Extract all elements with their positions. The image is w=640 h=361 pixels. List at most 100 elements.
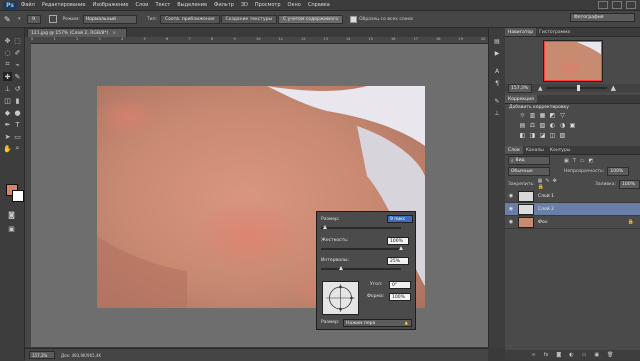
layer-filter-type-icons[interactable]: ▣T▭◩ (564, 158, 597, 164)
brush-panel-icon-strip[interactable]: ✎ (493, 98, 501, 105)
navigator-zoom-slider[interactable] (546, 85, 607, 91)
quick-mask-icon[interactable]: ◙ (7, 210, 16, 219)
size-field[interactable]: 9 пикс (387, 215, 413, 223)
link-layers-icon[interactable]: ∞ (532, 352, 536, 358)
hardness-field[interactable]: 100% (387, 237, 409, 245)
lasso-tool-icon[interactable]: ◌ (3, 48, 12, 57)
roundness-field[interactable]: 100% (389, 293, 411, 301)
move-tool-icon[interactable]: ✥ (3, 36, 12, 45)
threshold-icon[interactable]: ◪ (539, 132, 546, 139)
zoom-tool-icon[interactable]: ⌕ (13, 144, 22, 153)
new-group-icon[interactable]: ▭ (582, 352, 587, 358)
eyedropper-tool-icon[interactable]: ⌁ (13, 60, 22, 69)
shape-tool-icon[interactable]: ▭ (13, 132, 22, 141)
channel-mixer-icon[interactable]: ◑ (559, 122, 566, 129)
healing-brush-icon[interactable]: ✎ (4, 15, 14, 24)
background-color-swatch[interactable] (12, 190, 24, 202)
eraser-tool-icon[interactable]: ◫ (3, 96, 12, 105)
close-icon[interactable] (626, 1, 636, 9)
type-tool-icon[interactable]: T (13, 120, 22, 129)
tab-paths[interactable]: Контуры (547, 146, 574, 154)
visibility-eye-icon[interactable]: ◉ (507, 193, 515, 199)
content-aware-button[interactable]: С учетом содержимого (278, 14, 344, 24)
navigator-zoom-field[interactable]: 157,3% (508, 83, 532, 93)
mode-select[interactable]: Нормальный (82, 14, 137, 24)
blur-tool-icon[interactable]: ◆ (3, 108, 12, 117)
fill-field[interactable]: 100% (619, 179, 640, 189)
pen-tool-icon[interactable]: ✒ (3, 120, 12, 129)
spacing-slider-knob[interactable] (339, 266, 343, 270)
vibrance-icon[interactable]: ▽ (559, 112, 566, 119)
history-brush-tool-icon[interactable]: ↺ (13, 84, 22, 93)
angle-field[interactable]: 0° (389, 281, 411, 289)
size-slider-knob[interactable] (323, 225, 327, 229)
selective-color-icon[interactable]: ▨ (559, 132, 566, 139)
document-tab[interactable]: 121.jpg @ 157% (Слой 2, RGB/8*) × (27, 28, 127, 37)
path-select-tool-icon[interactable]: ➤ (3, 132, 12, 141)
tab-histogram[interactable]: Гистограмма (536, 28, 573, 36)
gradient-tool-icon[interactable]: ▮ (13, 96, 22, 105)
dodge-tool-icon[interactable]: ● (13, 108, 22, 117)
hue-saturation-icon[interactable]: ▤ (519, 122, 526, 129)
photo-filter-icon[interactable]: ◐ (549, 122, 556, 129)
new-layer-icon[interactable]: ▣ (594, 352, 599, 358)
menu-edit[interactable]: Редактирование (42, 2, 86, 8)
menu-image[interactable]: Изображение (92, 2, 128, 8)
visibility-eye-icon[interactable]: ◉ (507, 219, 515, 225)
menu-3d[interactable]: 3D (241, 2, 248, 8)
brush-tool-icon[interactable]: ✎ (13, 72, 22, 81)
menu-file[interactable]: Файл (21, 2, 35, 8)
brush-panel-icon[interactable] (48, 15, 57, 23)
layer-row[interactable]: ◉ Слой 1 (505, 190, 640, 203)
opacity-field[interactable]: 100% (607, 167, 630, 176)
layer-row[interactable]: ◉ Фон 🔒 (505, 216, 640, 229)
tab-channels[interactable]: Каналы (523, 146, 547, 154)
curves-icon[interactable]: ▦ (539, 112, 546, 119)
clone-source-panel-icon[interactable]: ⊥ (493, 110, 501, 117)
tool-preset-chevron-icon[interactable]: ▾ (18, 16, 21, 22)
zoom-field[interactable]: 157,3% (29, 351, 55, 359)
menu-type[interactable]: Текст (155, 2, 170, 8)
levels-icon[interactable]: ▥ (529, 112, 536, 119)
zoom-in-icon[interactable]: ▲ (611, 84, 616, 92)
pen-pressure-select[interactable]: Нажим пера ▲ (343, 319, 412, 327)
menu-filter[interactable]: Фильтр (214, 2, 234, 8)
hand-tool-icon[interactable]: ✋ (3, 144, 12, 153)
brightness-contrast-icon[interactable]: ☼ (519, 112, 526, 119)
add-mask-icon[interactable]: ◙ (556, 352, 561, 358)
brush-angle-preview[interactable] (322, 281, 359, 315)
screen-mode-icon[interactable]: ▣ (7, 224, 16, 233)
visibility-eye-icon[interactable]: ◉ (507, 206, 515, 212)
menu-view[interactable]: Просмотр (255, 2, 281, 8)
spot-healing-tool-icon[interactable]: ✚ (3, 72, 12, 81)
marquee-tool-icon[interactable]: ⬚ (13, 36, 22, 45)
history-panel-icon[interactable]: ▤ (493, 38, 501, 45)
invert-icon[interactable]: ◧ (519, 132, 526, 139)
proximity-match-button[interactable]: Соотв. приближения (160, 14, 220, 24)
workspace-select[interactable]: Фотография (570, 13, 635, 22)
actions-panel-icon[interactable]: ▶ (493, 50, 501, 57)
tab-navigator[interactable]: Навигатор (505, 28, 537, 36)
brush-size-picker[interactable]: 9 (26, 14, 41, 24)
maximize-icon[interactable] (612, 1, 622, 9)
spacing-slider[interactable] (321, 266, 401, 270)
hardness-slider-knob[interactable] (399, 246, 403, 250)
menu-help[interactable]: Справка (308, 2, 330, 8)
document-size-readout[interactable]: Док: 483,9K/965,4K (61, 353, 101, 358)
layer-filter-kind-select[interactable]: ⌕ Вид (508, 156, 550, 165)
posterize-icon[interactable]: ◨ (529, 132, 536, 139)
paragraph-panel-icon[interactable]: ¶ (493, 80, 501, 87)
sample-all-layers-checkbox[interactable] (350, 15, 358, 23)
color-balance-icon[interactable]: ⚖ (529, 122, 536, 129)
hardness-slider[interactable] (321, 246, 403, 250)
gradient-map-icon[interactable]: ◫ (549, 132, 556, 139)
tab-layers[interactable]: Слои (505, 146, 523, 154)
navigator-thumbnail[interactable] (543, 40, 603, 82)
blend-mode-select[interactable]: Обычные (508, 167, 550, 176)
size-slider[interactable] (321, 225, 401, 229)
crop-tool-icon[interactable]: ⌗ (3, 60, 12, 69)
menu-layer[interactable]: Слои (135, 2, 148, 8)
clone-stamp-tool-icon[interactable]: ⊥ (3, 84, 12, 93)
menu-select[interactable]: Выделение (177, 2, 207, 8)
spacing-field[interactable]: 25% (387, 257, 409, 265)
